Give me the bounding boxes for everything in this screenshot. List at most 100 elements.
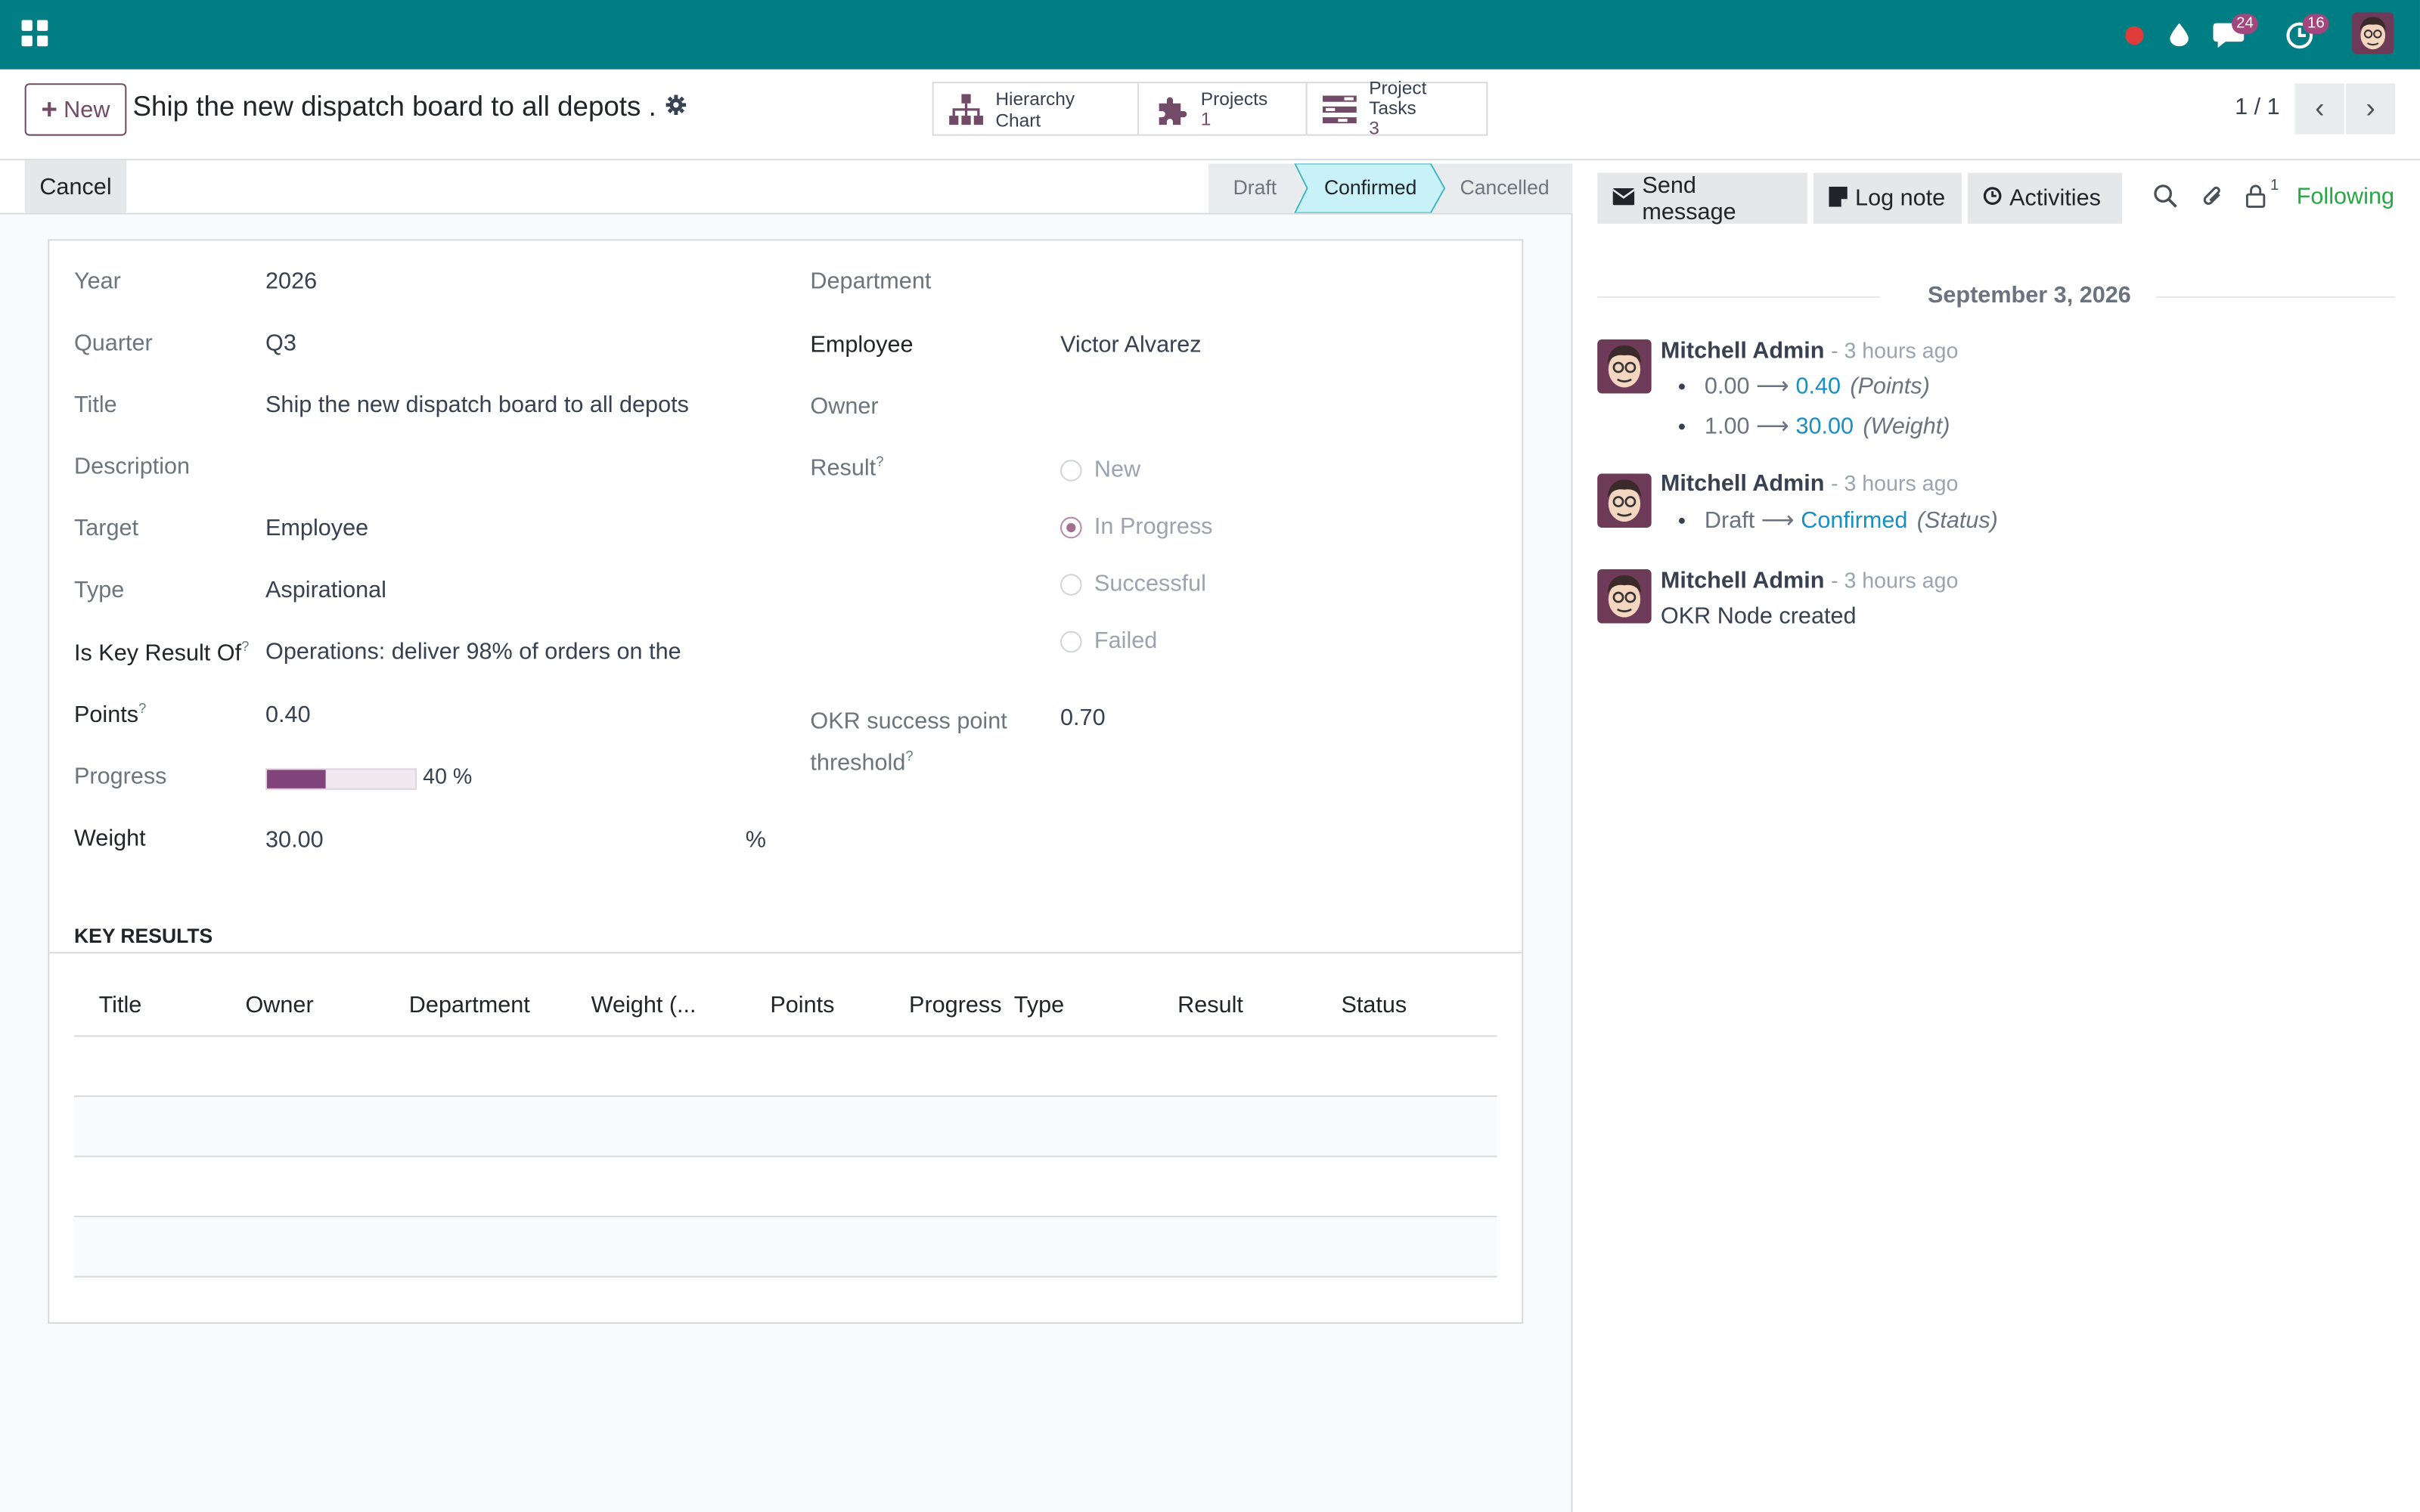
apps-menu-icon[interactable] [21, 20, 48, 47]
year-field[interactable]: 2026 [265, 268, 317, 295]
description-field[interactable] [265, 454, 728, 482]
employee-field[interactable]: Victor Alvarez [1060, 332, 1202, 358]
title-label: Title [73, 392, 117, 419]
result-radio-failed[interactable]: Failed [1060, 627, 1158, 655]
new-value: 30.00 [1795, 413, 1854, 440]
stage-cancelled[interactable]: Cancelled [1460, 176, 1550, 200]
arrow-right-icon: ⟶ [1756, 373, 1789, 400]
table-row[interactable] [73, 1036, 1497, 1098]
points-field[interactable]: 0.40 [265, 702, 311, 729]
target-field[interactable]: Employee [265, 516, 368, 542]
changed-field: (Weight) [1863, 413, 1950, 440]
avatar[interactable] [1597, 569, 1652, 624]
message-time: - 3 hours ago [1830, 568, 1959, 593]
result-option-label: Failed [1094, 627, 1158, 655]
key-result-of-label-text: Is Key Result Of [73, 640, 242, 667]
chevron-left-icon: ‹ [2315, 92, 2325, 124]
cancel-button[interactable]: Cancel [24, 160, 127, 213]
author-name[interactable]: Mitchell Admin [1661, 568, 1825, 594]
date-line-left [1597, 296, 1880, 298]
key-result-of-field[interactable]: Operations: deliver 98% of orders on the… [265, 639, 684, 665]
plus-icon: + [41, 93, 58, 125]
paperclip-icon[interactable] [2201, 184, 2226, 216]
old-value: 0.00 [1704, 373, 1750, 400]
project-tasks-button[interactable]: Project Tasks 3 [1308, 78, 1487, 138]
table-row[interactable] [73, 1217, 1497, 1278]
points-label: Points? [74, 701, 146, 729]
title-field[interactable]: Ship the new dispatch board to all depot… [265, 392, 728, 418]
radio-selected-icon [1060, 516, 1082, 538]
log-note-button[interactable]: Log note [1813, 172, 1962, 224]
new-button[interactable]: + New [24, 83, 127, 136]
stage-confirmed[interactable]: Confirmed [1324, 176, 1416, 200]
help-tooltip-icon[interactable]: ? [876, 454, 883, 469]
sitemap-icon [949, 91, 983, 125]
help-tooltip-icon[interactable]: ? [905, 748, 913, 764]
help-tooltip-icon[interactable]: ? [138, 701, 146, 716]
next-record-button[interactable]: › [2346, 83, 2396, 135]
chevron-right-icon: › [2366, 92, 2375, 124]
avatar[interactable] [1597, 473, 1652, 528]
project-tasks-label: Project Tasks [1369, 77, 1427, 119]
bullet-icon: ● [1677, 377, 1686, 394]
threshold-field[interactable]: 0.70 [1060, 705, 1106, 732]
form-statusbar: Cancel Draft Confirmed Cancelled [0, 160, 1573, 215]
previous-record-button[interactable]: ‹ [2294, 83, 2344, 135]
user-avatar[interactable] [2352, 12, 2394, 54]
envelope-icon [1612, 187, 1635, 210]
threshold-label-line1: OKR success point [810, 708, 1007, 735]
table-header-row [73, 975, 1497, 1037]
stage-draft[interactable]: Draft [1233, 176, 1277, 200]
employee-label: Employee [810, 331, 914, 358]
date-separator: September 3, 2026 [1597, 282, 2396, 310]
result-radio-in-progress[interactable]: In Progress [1060, 514, 1212, 540]
gear-icon[interactable] [666, 94, 687, 123]
send-message-button[interactable]: Send message [1597, 172, 1807, 225]
author-name[interactable]: Mitchell Admin [1661, 470, 1825, 497]
author-name[interactable]: Mitchell Admin [1661, 338, 1825, 364]
record-indicator-icon[interactable] [2121, 0, 2149, 70]
hierarchy-chart-button[interactable]: Hierarchy Chart [934, 83, 1140, 135]
message-author[interactable]: Mitchell Admin - 3 hours ago [1661, 338, 1958, 364]
quarter-label: Quarter [73, 330, 153, 357]
result-radio-successful[interactable]: Successful [1060, 571, 1206, 597]
target-label: Target [73, 515, 139, 542]
following-button[interactable]: Following [2297, 184, 2394, 210]
bullet-icon: ● [1677, 418, 1686, 434]
radio-circle-icon [1060, 630, 1082, 652]
tracking-value: ● 1.00 ⟶ 30.00 (Weight) [1677, 412, 1950, 440]
messages-icon[interactable]: 24 [2210, 0, 2258, 70]
pager-value[interactable]: 1 / 1 [2235, 94, 2280, 120]
radio-circle-icon [1060, 573, 1082, 595]
weight-unit: % [745, 826, 766, 854]
changed-field: (Points) [1850, 373, 1930, 400]
send-message-label: Send message [1642, 172, 1736, 225]
bullet-icon: ● [1677, 512, 1686, 528]
weight-field[interactable]: 30.00 [265, 827, 324, 854]
avatar[interactable] [1597, 339, 1652, 394]
projects-button[interactable]: Projects 1 [1139, 83, 1308, 135]
quarter-field[interactable]: Q3 [265, 330, 296, 357]
department-field[interactable] [1060, 268, 1492, 296]
table-row[interactable] [73, 1157, 1497, 1218]
droplet-icon[interactable] [2165, 0, 2193, 70]
search-icon[interactable] [2153, 184, 2178, 215]
message-author[interactable]: Mitchell Admin - 3 hours ago [1661, 470, 1958, 497]
type-field[interactable]: Aspirational [265, 577, 386, 603]
message-body: OKR Node created [1660, 603, 1857, 630]
progress-label: Progress [73, 764, 167, 790]
result-label-text: Result [810, 455, 876, 482]
activities-button[interactable]: Activities [1968, 172, 2123, 224]
followers-lock-icon[interactable] [2245, 184, 2266, 215]
old-value: 1.00 [1704, 413, 1750, 440]
activity-clock-icon[interactable]: 16 [2281, 0, 2329, 70]
followers-count: 1 [2270, 177, 2279, 195]
type-label: Type [73, 577, 125, 603]
result-radio-new[interactable]: New [1060, 457, 1140, 483]
message-author[interactable]: Mitchell Admin - 3 hours ago [1661, 568, 1958, 594]
help-tooltip-icon[interactable]: ? [241, 639, 249, 654]
puzzle-icon [1155, 91, 1189, 125]
table-row[interactable] [73, 1097, 1497, 1157]
project-tasks-count: 3 [1369, 117, 1379, 139]
owner-field[interactable] [1060, 393, 1492, 421]
